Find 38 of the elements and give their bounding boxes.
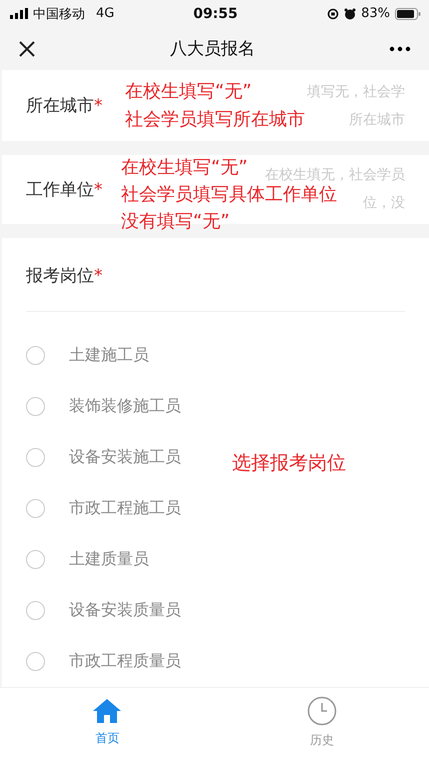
close-icon bbox=[18, 40, 36, 58]
page-title: 八大员报名 bbox=[170, 38, 255, 60]
field-label: 所在城市* bbox=[26, 95, 104, 118]
radio-option[interactable]: 市政工程质量员 bbox=[26, 636, 181, 686]
annotation-text: 社会学员填写所在城市 bbox=[125, 108, 305, 132]
radio-option[interactable]: 设备安装施工员 bbox=[26, 432, 181, 482]
annotation-text: 在校生填写“无” bbox=[121, 156, 248, 180]
radio-button[interactable] bbox=[26, 346, 45, 364]
rotation-lock-icon bbox=[327, 8, 340, 20]
battery-icon bbox=[394, 8, 421, 20]
radio-option[interactable]: 装饰装修施工员 bbox=[26, 380, 181, 432]
alarm-icon bbox=[344, 8, 356, 20]
clock-time: 09:55 bbox=[193, 6, 238, 22]
radio-button[interactable] bbox=[26, 448, 45, 466]
radio-button[interactable] bbox=[26, 550, 45, 568]
tab-item[interactable]: 首页 bbox=[0, 688, 214, 758]
annotation-text: 选择报考岗位 bbox=[232, 450, 346, 476]
radio-button[interactable] bbox=[26, 498, 45, 518]
radio-option[interactable]: 土建施工员 bbox=[26, 330, 149, 380]
network-type: 4G bbox=[96, 6, 114, 22]
field-label: 工作单位* bbox=[26, 178, 104, 201]
home-icon bbox=[92, 698, 122, 724]
field-label: 报考岗位* bbox=[26, 264, 104, 288]
clock-icon bbox=[306, 696, 337, 726]
annotation-text: 没有填写“无” bbox=[121, 210, 230, 234]
carrier-name: 中国移动 bbox=[33, 6, 85, 23]
battery-percent: 83% bbox=[361, 6, 390, 22]
annotation-text: 在校生填写“无” bbox=[125, 80, 252, 104]
radio-option[interactable]: 设备安装质量员 bbox=[26, 584, 181, 636]
signal-icon bbox=[10, 8, 28, 20]
annotation-text: 社会学员填写具体工作单位 bbox=[121, 182, 337, 207]
radio-option[interactable]: 土建质量员 bbox=[26, 534, 149, 584]
radio-button[interactable] bbox=[26, 396, 45, 416]
radio-option[interactable]: 市政工程施工员 bbox=[26, 482, 181, 534]
more-icon bbox=[389, 46, 411, 52]
tab-item[interactable]: 历史 bbox=[214, 688, 429, 758]
radio-button[interactable] bbox=[26, 600, 45, 620]
radio-button[interactable] bbox=[26, 652, 45, 670]
